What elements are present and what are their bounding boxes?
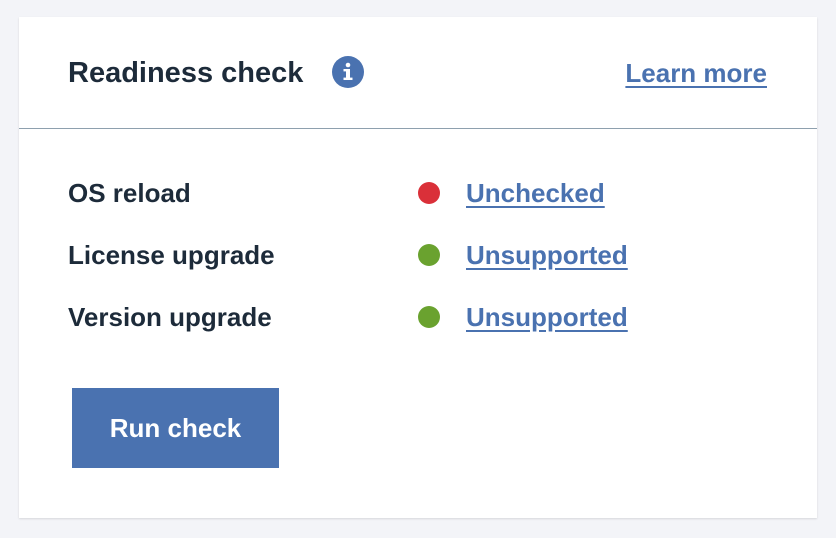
info-icon[interactable] xyxy=(332,56,364,88)
status-dot-icon xyxy=(418,182,440,204)
check-label: License upgrade xyxy=(68,240,275,270)
status-dot-icon xyxy=(418,306,440,328)
status-link[interactable]: Unsupported xyxy=(466,235,628,275)
card-header: Readiness check Learn more xyxy=(19,17,817,129)
check-label: OS reload xyxy=(68,178,191,208)
check-row-os-reload: OS reload Unchecked xyxy=(19,173,817,213)
run-check-button[interactable]: Run check xyxy=(72,388,279,468)
check-label: Version upgrade xyxy=(68,302,272,332)
learn-more-link[interactable]: Learn more xyxy=(625,57,767,89)
status-link[interactable]: Unchecked xyxy=(466,173,605,213)
card-title: Readiness check xyxy=(68,57,304,89)
status-dot-icon xyxy=(418,244,440,266)
check-row-license-upgrade: License upgrade Unsupported xyxy=(19,235,817,275)
status-link[interactable]: Unsupported xyxy=(466,297,628,337)
readiness-check-card: Readiness check Learn more OS reload Unc… xyxy=(19,17,817,518)
check-row-version-upgrade: Version upgrade Unsupported xyxy=(19,297,817,337)
